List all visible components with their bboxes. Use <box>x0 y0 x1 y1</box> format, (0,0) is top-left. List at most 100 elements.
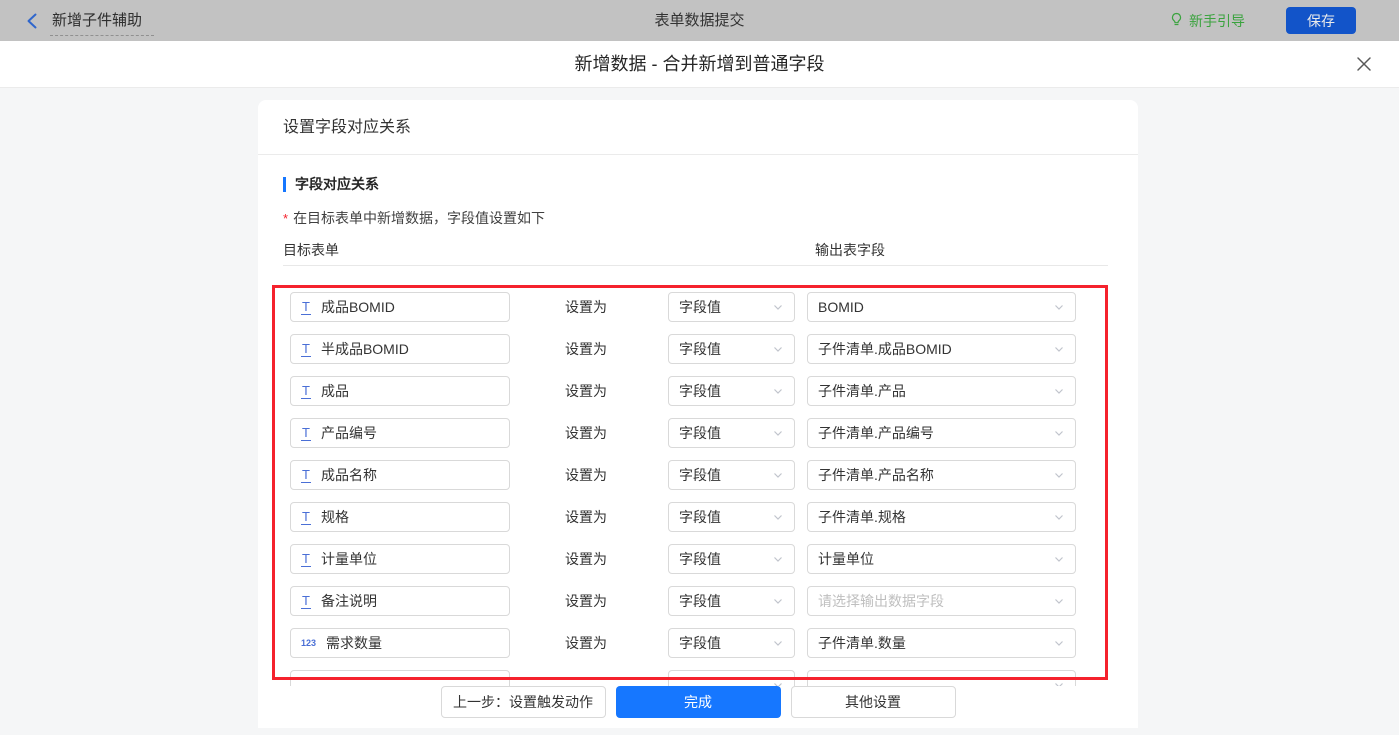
output-field-select[interactable]: 子件清单.数量 <box>807 628 1076 658</box>
value-type-select[interactable]: 字段值 <box>668 376 795 406</box>
output-field-select[interactable]: 子件清单.成品BOMID <box>807 334 1076 364</box>
target-field-input[interactable]: T 成品 <box>290 376 510 406</box>
required-note-text: 在目标表单中新增数据，字段值设置如下 <box>293 210 545 226</box>
divider <box>283 265 1108 266</box>
output-field-select[interactable]: 子件清单.产品编号 <box>807 418 1076 448</box>
target-field-label: 产品编号 <box>321 423 377 443</box>
value-type-select[interactable]: 字段值 <box>668 628 795 658</box>
close-icon[interactable] <box>1355 55 1373 73</box>
chevron-down-icon <box>772 469 784 481</box>
target-field-input[interactable]: T 成品BOMID <box>290 292 510 322</box>
target-field-input[interactable]: T 产品编号 <box>290 418 510 448</box>
set-as-label: 设置为 <box>565 286 607 328</box>
text-field-icon: T <box>301 594 311 609</box>
value-type-select[interactable]: 字段值 <box>668 544 795 574</box>
section-title: 字段对应关系 <box>283 177 379 192</box>
field-mapping-row: T 成品 设置为 字段值 子件清单.产品 <box>258 370 1138 412</box>
value-type-select[interactable] <box>668 670 795 686</box>
set-as-label: 设置为 <box>565 538 607 580</box>
text-field-icon: T <box>301 552 311 567</box>
target-field-input[interactable] <box>290 670 510 686</box>
other-settings-button[interactable]: 其他设置 <box>791 686 956 718</box>
output-field-select[interactable]: BOMID <box>807 292 1076 322</box>
field-mapping-row: T 成品名称 设置为 字段值 子件清单.产品名称 <box>258 454 1138 496</box>
output-field-select[interactable]: 请选择输出数据字段 <box>807 586 1076 616</box>
required-note: *在目标表单中新增数据，字段值设置如下 <box>283 208 545 228</box>
settings-card: 设置字段对应关系 字段对应关系 *在目标表单中新增数据，字段值设置如下 目标表单… <box>258 100 1138 728</box>
output-field-select[interactable]: 子件清单.产品 <box>807 376 1076 406</box>
output-field-value: 子件清单.产品 <box>818 381 906 401</box>
output-field-select[interactable]: 子件清单.规格 <box>807 502 1076 532</box>
text-field-icon: T <box>301 384 311 399</box>
value-type-select[interactable]: 字段值 <box>668 460 795 490</box>
chevron-down-icon <box>1053 343 1065 355</box>
beginner-guide-link[interactable]: 新手引导 <box>1169 0 1245 41</box>
target-field-label: 成品 <box>321 381 349 401</box>
field-mapping-row: 123 需求数量 设置为 字段值 子件清单.数量 <box>258 622 1138 664</box>
set-as-label: 设置为 <box>565 496 607 538</box>
value-type-select[interactable]: 字段值 <box>668 418 795 448</box>
chevron-down-icon <box>1053 385 1065 397</box>
target-field-label: 计量单位 <box>321 549 377 569</box>
target-field-label: 规格 <box>321 507 349 527</box>
target-field-input[interactable]: T 规格 <box>290 502 510 532</box>
output-field-value: 子件清单.产品编号 <box>818 423 934 443</box>
output-field-value: 子件清单.规格 <box>818 507 906 527</box>
set-as-label: 设置为 <box>565 370 607 412</box>
chevron-down-icon <box>772 637 784 649</box>
value-type-value: 字段值 <box>679 633 721 653</box>
field-mapping-row: T 半成品BOMID 设置为 字段值 子件清单.成品BOMID <box>258 328 1138 370</box>
output-field-value: 请选择输出数据字段 <box>818 591 944 611</box>
prev-step-button[interactable]: 上一步：设置触发动作 <box>441 686 606 718</box>
chevron-down-icon <box>1053 469 1065 481</box>
chevron-down-icon <box>772 553 784 565</box>
output-field-select[interactable] <box>807 670 1076 686</box>
target-field-input[interactable]: 123 需求数量 <box>290 628 510 658</box>
target-field-input[interactable]: T 备注说明 <box>290 586 510 616</box>
field-mapping-row <box>258 664 1138 686</box>
chevron-down-icon <box>772 427 784 439</box>
beginner-guide-label: 新手引导 <box>1189 11 1245 31</box>
output-field-select[interactable]: 子件清单.产品名称 <box>807 460 1076 490</box>
target-field-input[interactable]: T 计量单位 <box>290 544 510 574</box>
value-type-select[interactable]: 字段值 <box>668 292 795 322</box>
output-field-value: BOMID <box>818 299 864 315</box>
chevron-down-icon <box>1053 679 1065 686</box>
target-field-label: 需求数量 <box>326 633 382 653</box>
save-button[interactable]: 保存 <box>1286 7 1356 34</box>
value-type-value: 字段值 <box>679 507 721 527</box>
value-type-value: 字段值 <box>679 423 721 443</box>
chevron-down-icon <box>772 595 784 607</box>
column-header-target-form: 目标表单 <box>283 240 339 260</box>
dialog-header: 新增数据 - 合并新增到普通字段 <box>0 41 1399 88</box>
value-type-value: 字段值 <box>679 591 721 611</box>
chevron-down-icon <box>772 511 784 523</box>
column-header-output-fields: 输出表字段 <box>815 240 885 260</box>
set-as-label: 设置为 <box>565 580 607 622</box>
target-field-label: 成品BOMID <box>321 297 395 317</box>
chevron-down-icon <box>1053 637 1065 649</box>
done-button[interactable]: 完成 <box>616 686 781 718</box>
output-field-value: 子件清单.成品BOMID <box>818 339 952 359</box>
value-type-select[interactable]: 字段值 <box>668 502 795 532</box>
lightbulb-icon <box>1169 12 1184 30</box>
text-field-icon: T <box>301 426 311 441</box>
chevron-down-icon <box>1053 595 1065 607</box>
value-type-select[interactable]: 字段值 <box>668 334 795 364</box>
target-field-input[interactable]: T 成品名称 <box>290 460 510 490</box>
target-field-label: 半成品BOMID <box>321 339 409 359</box>
field-mapping-row: T 规格 设置为 字段值 子件清单.规格 <box>258 496 1138 538</box>
chevron-down-icon <box>772 301 784 313</box>
number-field-icon: 123 <box>301 638 316 648</box>
text-field-icon: T <box>301 342 311 357</box>
chevron-down-icon <box>772 343 784 355</box>
value-type-value: 字段值 <box>679 465 721 485</box>
target-field-input[interactable]: T 半成品BOMID <box>290 334 510 364</box>
field-mapping-row: T 产品编号 设置为 字段值 子件清单.产品编号 <box>258 412 1138 454</box>
field-mapping-rows: T 成品BOMID 设置为 字段值 BOMID T 半成品BOMID 设置为 字… <box>258 286 1138 686</box>
text-field-icon: T <box>301 510 311 525</box>
output-field-select[interactable]: 计量单位 <box>807 544 1076 574</box>
value-type-select[interactable]: 字段值 <box>668 586 795 616</box>
set-as-label: 设置为 <box>565 412 607 454</box>
chevron-down-icon <box>1053 301 1065 313</box>
